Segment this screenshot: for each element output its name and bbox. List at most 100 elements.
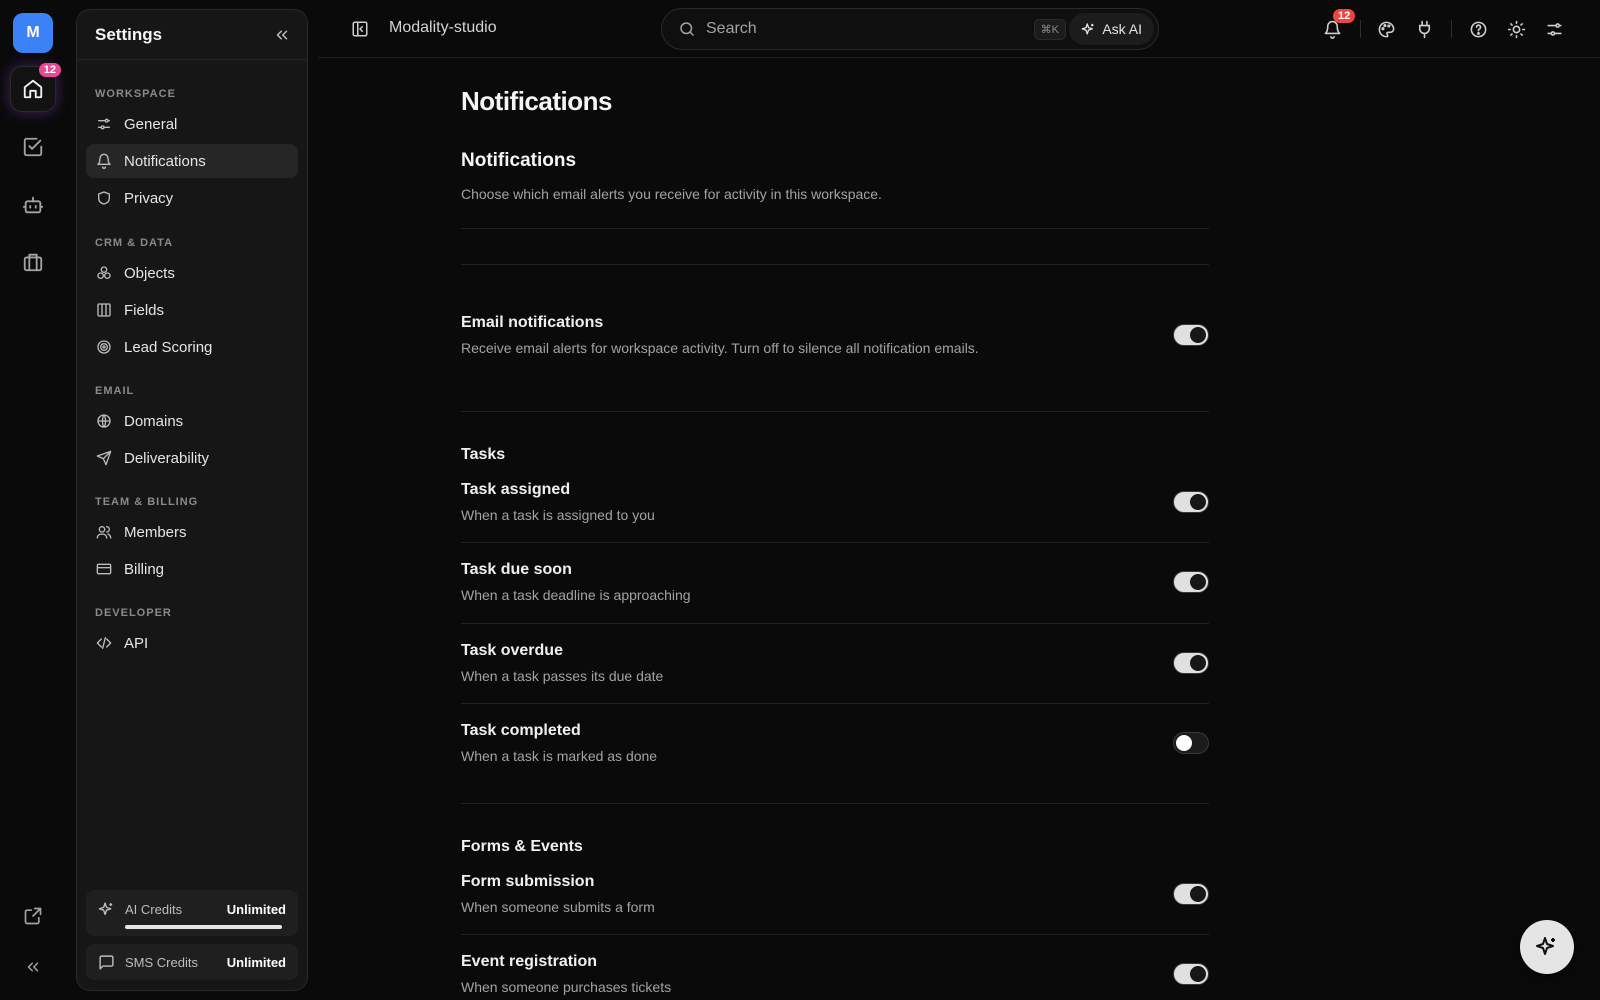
help-icon[interactable] [1466,17,1490,41]
nav-item-fields[interactable]: Fields [86,293,298,327]
divider [1360,20,1361,38]
ask-ai-button[interactable]: Ask AI [1069,13,1154,45]
external-link-icon [23,906,43,926]
group-label-email: EMAIL [95,385,135,397]
nav-label: Billing [124,560,165,578]
divider [461,542,1209,543]
sliders-icon [96,116,112,132]
event-registration-description: When someone purchases tickets [461,979,672,995]
email-notifications-description: Receive email alerts for workspace activ… [461,340,979,356]
collapse-rail-button[interactable] [10,944,56,990]
tasks-button[interactable] [10,124,56,170]
code-icon [96,635,112,651]
event-registration-toggle[interactable] [1173,963,1209,985]
nav-label: Deliverability [124,449,210,467]
ai-assistant-button[interactable] [1520,920,1574,974]
nav-label: Members [124,523,187,541]
divider [461,411,1209,412]
nav-item-members[interactable]: Members [86,515,298,549]
task-due-soon-title: Task due soon [461,561,572,578]
toggle-knob [1190,886,1206,902]
task-assigned-toggle[interactable] [1173,491,1209,513]
nav-item-objects[interactable]: Objects [86,256,298,290]
divider [461,623,1209,624]
workspace-button[interactable] [10,239,56,285]
sms-credits-label: SMS Credits [125,955,198,970]
nav-label: Objects [124,264,175,282]
agents-button[interactable] [10,182,56,228]
sms-credits-card: SMS Credits Unlimited [86,944,298,980]
task-completed-toggle[interactable] [1173,732,1209,754]
task-assigned-description: When a task is assigned to you [461,507,655,523]
external-link-button[interactable] [10,893,56,939]
search-icon [678,20,696,38]
sidebar-toggle-icon[interactable] [348,17,372,41]
sparkles-icon [98,901,125,918]
preferences-icon[interactable] [1542,17,1566,41]
users-icon [96,524,112,540]
ai-credits-label: AI Credits [125,902,183,917]
nav-label: General [124,115,178,133]
nav-label: Privacy [124,189,174,207]
nav-item-billing[interactable]: Billing [86,552,298,586]
palette-icon[interactable] [1374,17,1398,41]
email-notifications-toggle[interactable] [1173,324,1209,346]
target-icon [96,339,112,355]
app-rail: M 12 [0,0,66,1000]
section-description: Choose which email alerts you receive fo… [461,186,882,202]
task-due-soon-description: When a task deadline is approaching [461,587,691,603]
task-due-soon-toggle[interactable] [1173,571,1209,593]
task-completed-description: When a task is marked as done [461,748,658,764]
task-assigned-title: Task assigned [461,481,571,498]
toggle-knob [1190,494,1206,510]
credit-card-icon [96,561,112,577]
group-label-workspace: WORKSPACE [95,88,176,100]
columns-icon [96,302,112,318]
home-button[interactable]: 12 [10,63,61,112]
form-submission-description: When someone submits a form [461,899,655,915]
sun-icon[interactable] [1504,17,1528,41]
task-completed-title: Task completed [461,722,581,739]
objects-icon [96,265,112,281]
notifications-button[interactable]: 12 [1320,9,1356,41]
nav-item-api[interactable]: API [86,626,298,660]
sparkles-icon [1535,935,1559,959]
nav-item-privacy[interactable]: Privacy [86,181,298,215]
nav-item-general[interactable]: General [86,107,298,141]
bot-icon [22,194,44,216]
page-title: Notifications [461,86,612,116]
divider [461,803,1209,804]
globe-icon [96,413,112,429]
nav-item-deliverability[interactable]: Deliverability [86,441,298,475]
workspace-name: Modality-studio [389,19,497,36]
search-shortcut: ⌘K [1033,19,1066,40]
chevrons-left-icon [24,958,42,976]
divider [461,703,1209,704]
settings-title: Settings [95,24,163,44]
ai-credits-value: Unlimited [226,902,286,917]
ai-credits-card: AI Credits Unlimited [86,890,298,936]
search-placeholder: Search [706,20,757,37]
form-submission-toggle[interactable] [1173,883,1209,905]
plug-icon[interactable] [1412,17,1436,41]
form-submission-title: Form submission [461,873,595,890]
bell-icon [96,153,112,169]
workspace-avatar[interactable]: M [13,13,53,53]
group-label-crm-data: CRM & DATA [95,237,174,249]
nav-item-notifications[interactable]: Notifications [86,144,298,178]
divider [461,264,1209,265]
tasks-heading: Tasks [461,446,506,463]
sms-credits-value: Unlimited [226,955,286,970]
search-bar[interactable]: Search ⌘K Ask AI [661,8,1159,50]
divider [461,934,1209,935]
collapse-settings-icon[interactable] [273,26,291,44]
ai-credits-usage-bar [125,925,282,929]
nav-item-lead-scoring[interactable]: Lead Scoring [86,330,298,364]
task-overdue-toggle[interactable] [1173,652,1209,674]
nav-label: Notifications [124,152,206,170]
home-icon [22,78,44,100]
nav-item-domains[interactable]: Domains [86,404,298,438]
avatar-initial: M [26,24,40,41]
home-badge: 12 [38,63,61,77]
forms-events-heading: Forms & Events [461,838,583,855]
